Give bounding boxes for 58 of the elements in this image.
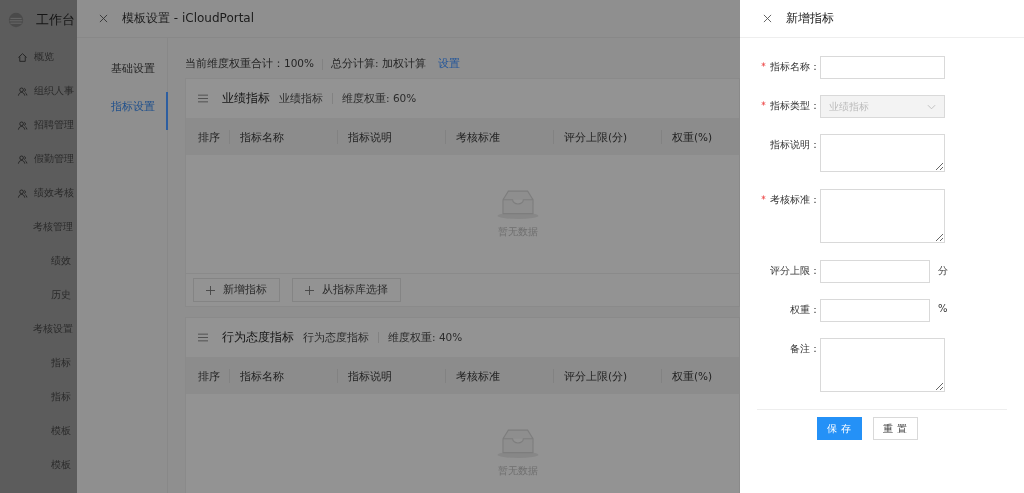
section-weight: 维度权重: 40% bbox=[388, 330, 463, 345]
column-header: 指标说明 bbox=[337, 368, 445, 383]
add-button[interactable]: 新增指标 bbox=[193, 278, 280, 302]
reset-button[interactable]: 重 置 bbox=[872, 417, 918, 440]
settings-tab[interactable]: 指标设置 bbox=[77, 92, 168, 130]
people-icon bbox=[17, 187, 28, 199]
close-icon[interactable] bbox=[763, 14, 772, 23]
section-weight: 维度权重: 60% bbox=[342, 91, 417, 106]
column-header: 评分上限(分) bbox=[553, 129, 661, 144]
drawer-title: 新增指标 bbox=[786, 11, 834, 26]
plus-icon bbox=[206, 285, 215, 295]
field-label: 指标类型： bbox=[770, 100, 820, 111]
section-tag: 业绩指标 bbox=[279, 91, 323, 106]
section-title: 行为态度指标 bbox=[222, 329, 294, 346]
column-header: 指标说明 bbox=[337, 129, 445, 144]
input-field[interactable] bbox=[820, 260, 930, 283]
home-icon bbox=[17, 51, 28, 63]
score-method: 总分计算: 加权计算 bbox=[331, 57, 426, 71]
column-header: 排序 bbox=[197, 368, 221, 383]
save-button[interactable]: 保 存 bbox=[816, 417, 862, 440]
drag-handle-icon[interactable] bbox=[198, 333, 208, 342]
column-header: 排序 bbox=[197, 129, 221, 144]
column-header: 考核标准 bbox=[445, 129, 553, 144]
column-header: 指标名称 bbox=[229, 368, 337, 383]
field-label: 权重： bbox=[790, 304, 820, 315]
column-header: 权重(%) bbox=[661, 129, 739, 144]
chevron-down-icon bbox=[927, 103, 936, 110]
field-label: 指标说明： bbox=[770, 139, 820, 150]
unit-label: 分 bbox=[938, 264, 948, 278]
unit-label: % bbox=[938, 302, 948, 314]
plus-icon bbox=[305, 285, 314, 295]
people-icon bbox=[17, 119, 28, 131]
app-title: 工作台 bbox=[36, 11, 75, 29]
input-field[interactable] bbox=[820, 56, 945, 79]
text-area[interactable] bbox=[820, 338, 945, 392]
column-header: 评分上限(分) bbox=[553, 368, 661, 383]
modal-title: 模板设置 - iCloudPortal bbox=[122, 10, 255, 27]
input-field[interactable] bbox=[820, 299, 930, 322]
drag-handle-icon[interactable] bbox=[198, 94, 208, 103]
logo-icon bbox=[8, 12, 24, 28]
field-label: 考核标准： bbox=[770, 194, 820, 205]
section-tag: 行为态度指标 bbox=[303, 330, 369, 345]
field-label: 指标名称： bbox=[770, 61, 820, 72]
settings-tab[interactable]: 基础设置 bbox=[77, 54, 167, 92]
add-button[interactable]: 从指标库选择 bbox=[292, 278, 401, 302]
column-header: 指标名称 bbox=[229, 129, 337, 144]
field-label: 评分上限： bbox=[770, 265, 820, 276]
section-title: 业绩指标 bbox=[222, 90, 270, 107]
column-header: 考核标准 bbox=[445, 368, 553, 383]
text-area[interactable] bbox=[820, 134, 945, 172]
people-icon bbox=[17, 85, 28, 97]
field-label: 备注： bbox=[790, 343, 820, 354]
close-icon[interactable] bbox=[99, 14, 108, 23]
text-area[interactable] bbox=[820, 189, 945, 243]
weight-total: 当前维度权重合计：100% bbox=[185, 57, 315, 71]
settings-link[interactable]: 设置 bbox=[437, 57, 460, 71]
column-header: 权重(%) bbox=[661, 368, 739, 383]
people-icon bbox=[17, 153, 28, 165]
